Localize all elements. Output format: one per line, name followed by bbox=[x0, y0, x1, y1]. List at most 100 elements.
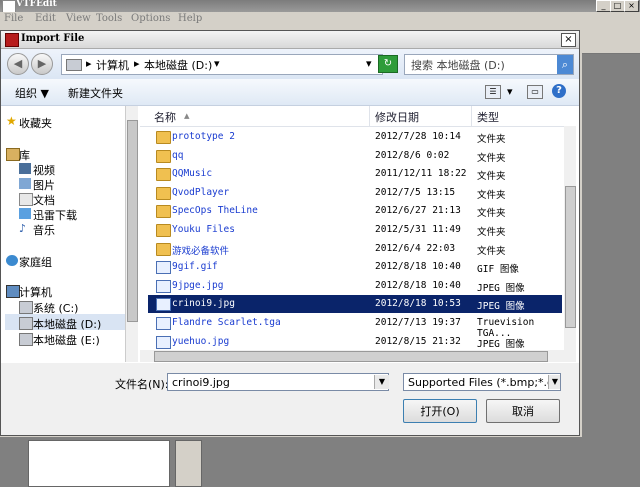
folder-icon bbox=[156, 131, 171, 144]
file-name: crinoi9.jpg bbox=[172, 298, 235, 310]
nav-item-drive-d[interactable]: 本地磁盘 (D:) bbox=[33, 316, 101, 332]
menu-options[interactable]: Options bbox=[131, 13, 170, 24]
nav-item-computer[interactable]: 计算机 bbox=[19, 284, 52, 300]
nav-scrollbar[interactable] bbox=[125, 106, 138, 362]
folder-icon bbox=[156, 224, 171, 237]
vscrollbar-thumb[interactable] bbox=[565, 186, 576, 328]
nav-item-videos[interactable]: 视频 bbox=[33, 162, 55, 178]
video-icon bbox=[19, 163, 31, 174]
nav-item-documents[interactable]: 文档 bbox=[33, 192, 55, 208]
nav-item-favorites[interactable]: 收藏夹 bbox=[19, 115, 52, 131]
forward-button[interactable]: ▶ bbox=[31, 53, 53, 75]
search-input[interactable]: 搜索 本地磁盘 (D:) ⌕ bbox=[404, 54, 574, 75]
menu-help[interactable]: Help bbox=[178, 13, 202, 24]
chevron-down-icon[interactable]: ▾ bbox=[214, 57, 220, 70]
nav-item-music[interactable]: 音乐 bbox=[33, 222, 55, 238]
close-app-button[interactable]: × bbox=[624, 0, 639, 12]
address-row: ◀ ▶ ▸ 计算机 ▸ 本地磁盘 (D:) ▾ ▾ ↻ 搜索 本地磁盘 (D:)… bbox=[1, 49, 579, 79]
file-row[interactable]: Flandre Scarlet.tga 2012/7/13 19:37 Truevi… bbox=[148, 314, 562, 339]
import-file-dialog: Import File × ◀ ▶ ▸ 计算机 ▸ 本地磁盘 (D:) ▾ ▾ … bbox=[0, 30, 580, 436]
file-list-hscrollbar[interactable] bbox=[140, 350, 564, 362]
column-name[interactable]: 名称 bbox=[154, 109, 176, 125]
nav-item-drive-e[interactable]: 本地磁盘 (E:) bbox=[33, 332, 100, 348]
file-type-filter[interactable]: Supported Files (*.bmp;*.dds ▼ bbox=[403, 373, 561, 391]
address-history-dropdown[interactable]: ▾ bbox=[366, 57, 372, 70]
file-row[interactable]: QQMusic 2011/12/11 18:22 文件夹 bbox=[148, 165, 562, 183]
file-list-vscrollbar[interactable] bbox=[564, 126, 576, 362]
file-row[interactable]: prototype 2 2012/7/28 10:14 文件夹 bbox=[148, 128, 562, 146]
column-type[interactable]: 类型 bbox=[477, 109, 499, 125]
organize-button[interactable]: 组织 ▼ bbox=[15, 85, 49, 101]
folder-icon bbox=[156, 242, 171, 256]
cancel-button[interactable]: 取消 bbox=[486, 399, 560, 423]
preview-pane-icon[interactable]: ▭ bbox=[527, 85, 543, 99]
menu-tools[interactable]: Tools bbox=[96, 13, 122, 24]
menu-file[interactable]: File bbox=[4, 13, 23, 24]
file-row[interactable]: QvodPlayer 2012/7/5 13:15 文件夹 bbox=[148, 184, 562, 202]
file-type: GIF 图像 bbox=[477, 264, 519, 276]
refresh-button[interactable]: ↻ bbox=[378, 55, 398, 73]
maximize-button[interactable]: □ bbox=[610, 0, 625, 12]
dialog-close-button[interactable]: × bbox=[561, 33, 576, 47]
minimize-button[interactable]: _ bbox=[596, 0, 611, 12]
file-name: 9jpge.jpg bbox=[172, 279, 224, 291]
open-button[interactable]: 打开(O) bbox=[403, 399, 477, 423]
homegroup-icon bbox=[6, 255, 18, 266]
file-row[interactable]: qq 2012/8/6 0:02 文件夹 bbox=[148, 147, 562, 165]
file-date: 2012/7/13 19:37 bbox=[375, 317, 461, 328]
file-row[interactable]: 9jpge.jpg 2012/8/18 10:40 JPEG 图像 bbox=[148, 277, 562, 295]
file-date: 2012/8/18 10:40 bbox=[375, 279, 461, 291]
app-side-panel bbox=[582, 27, 640, 54]
file-type: 文件夹 bbox=[477, 189, 506, 201]
file-row[interactable]: 游戏必备软件 2012/6/4 22:03 文件夹 bbox=[148, 240, 562, 258]
file-row[interactable]: Youku Files 2012/5/31 11:49 文件夹 bbox=[148, 221, 562, 239]
help-icon[interactable]: ? bbox=[552, 84, 566, 98]
file-type: 文件夹 bbox=[477, 152, 506, 164]
filter-dropdown-icon[interactable]: ▼ bbox=[548, 375, 560, 389]
search-icon[interactable]: ⌕ bbox=[557, 55, 573, 74]
toolbar: 组织 ▼ 新建文件夹 ☰ ▾ ▭ ? bbox=[1, 79, 579, 106]
column-divider[interactable] bbox=[369, 106, 370, 126]
breadcrumb-drive-d[interactable]: 本地磁盘 (D:) bbox=[144, 57, 212, 73]
menu-view[interactable]: View bbox=[66, 13, 91, 24]
drive-c-icon bbox=[19, 301, 33, 314]
file-row[interactable]: 9gif.gif 2012/8/18 10:40 GIF 图像 bbox=[148, 258, 562, 276]
file-date: 2012/6/27 21:13 bbox=[375, 205, 461, 217]
search-placeholder: 搜索 本地磁盘 (D:) bbox=[411, 59, 505, 72]
file-type: 文件夹 bbox=[477, 171, 506, 183]
file-date: 2012/8/6 0:02 bbox=[375, 149, 450, 161]
column-date[interactable]: 修改日期 bbox=[375, 109, 419, 125]
filename-label: 文件名(N): bbox=[115, 378, 169, 391]
nav-scrollbar-thumb[interactable] bbox=[127, 120, 138, 322]
address-separator: ▸ bbox=[86, 57, 92, 70]
file-name: 9gif.gif bbox=[172, 261, 218, 273]
back-button[interactable]: ◀ bbox=[7, 53, 29, 75]
nav-item-thunder-downloads[interactable]: 迅雷下载 bbox=[33, 207, 77, 223]
nav-item-library[interactable]: 库 bbox=[19, 147, 30, 163]
file-name: qq bbox=[172, 149, 184, 161]
breadcrumb-computer[interactable]: 计算机 bbox=[96, 57, 129, 73]
hscrollbar-thumb[interactable] bbox=[154, 351, 548, 362]
file-type: JPEG 图像 bbox=[477, 282, 525, 294]
dialog-footer: 文件名(N): crinoi9.jpg ▼ Supported Files (*… bbox=[1, 363, 579, 435]
filename-input[interactable]: crinoi9.jpg ▼ bbox=[167, 373, 389, 391]
new-folder-button[interactable]: 新建文件夹 bbox=[68, 85, 123, 101]
app-titlebar bbox=[0, 0, 640, 12]
column-divider[interactable] bbox=[471, 106, 472, 126]
image-file-icon bbox=[156, 298, 171, 312]
nav-item-pictures[interactable]: 图片 bbox=[33, 177, 55, 193]
file-row[interactable]: crinoi9.jpg 2012/8/18 10:53 JPEG 图像 bbox=[148, 295, 562, 314]
navigation-pane: ★ 收藏夹 库 视频 图片 文档 迅雷下载 ♪ 音乐 家庭组 计算机 系统 (C… bbox=[1, 106, 125, 362]
view-dropdown-icon[interactable]: ▾ bbox=[507, 85, 513, 98]
nav-item-drive-c[interactable]: 系统 (C:) bbox=[33, 300, 78, 316]
address-bar[interactable]: ▸ 计算机 ▸ 本地磁盘 (D:) ▾ ▾ bbox=[61, 54, 383, 75]
folder-icon bbox=[156, 149, 171, 163]
file-row[interactable]: yuehuo.jpg 2012/8/15 21:32 JPEG 图像 bbox=[148, 333, 562, 351]
filename-dropdown-icon[interactable]: ▼ bbox=[374, 375, 389, 389]
file-name: Flandre Scarlet.tga bbox=[172, 317, 281, 328]
file-date: 2012/8/18 10:53 bbox=[375, 298, 461, 310]
nav-item-homegroup[interactable]: 家庭组 bbox=[19, 254, 52, 270]
file-row[interactable]: SpecOps TheLine 2012/6/27 21:13 文件夹 bbox=[148, 202, 562, 220]
menu-edit[interactable]: Edit bbox=[35, 13, 56, 24]
view-options-icon[interactable]: ☰ bbox=[485, 85, 501, 99]
